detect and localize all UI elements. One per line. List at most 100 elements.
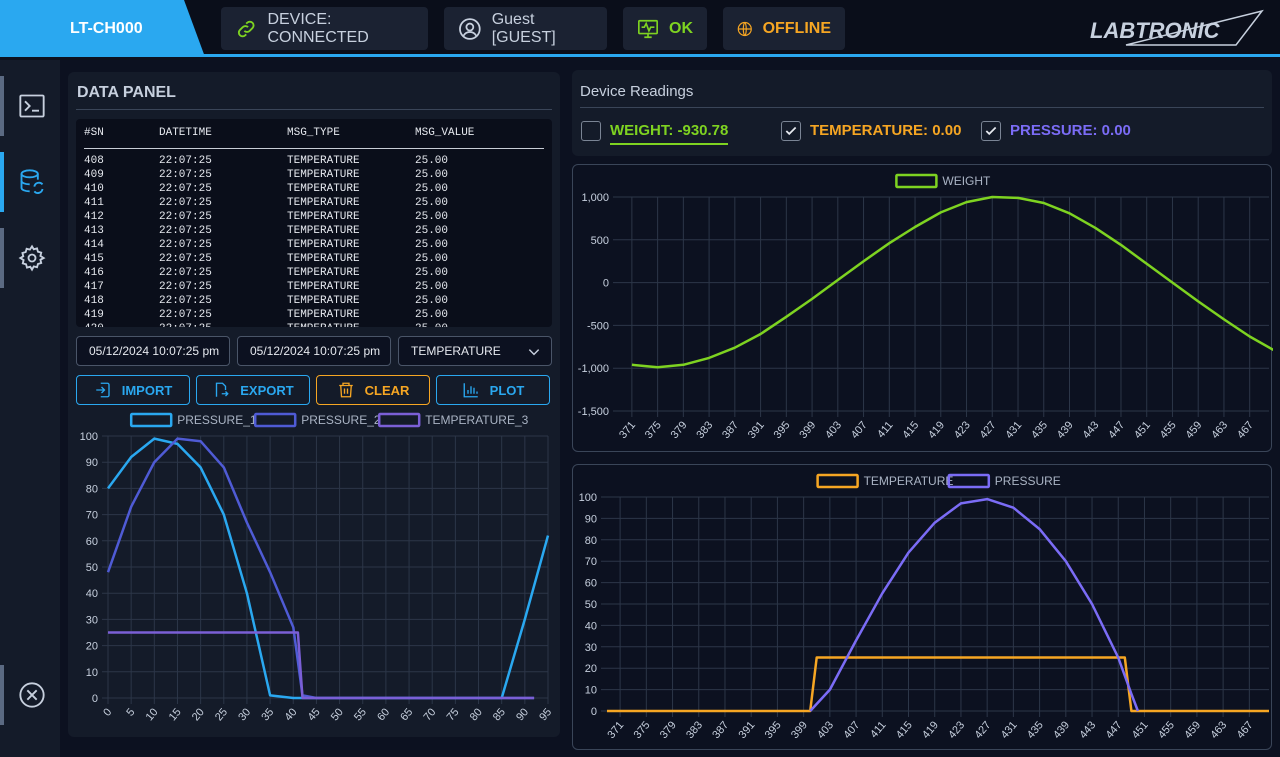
export-button-label: EXPORT (240, 382, 294, 398)
table-row[interactable]: 411 22:07:25 TEMPERATURE 25.00 (84, 197, 544, 211)
import-icon (95, 382, 110, 398)
table-row[interactable]: 419 22:07:25 TEMPERATURE 25.00 (84, 309, 544, 323)
network-status-label: OFFLINE (762, 19, 831, 37)
plot-button[interactable]: PLOT (436, 375, 550, 405)
table-row[interactable]: 410 22:07:25 TEMPERATURE 25.00 (84, 183, 544, 197)
table-cell: 22:07:25 (159, 281, 212, 293)
divider (580, 107, 1264, 108)
x-tick-label: 10 (144, 706, 161, 723)
network-status-pill[interactable]: OFFLINE (723, 7, 845, 50)
device-status-pill[interactable]: DEVICE: CONNECTED (221, 7, 428, 50)
x-tick-label: 383 (684, 719, 705, 741)
legend-swatch (895, 173, 938, 189)
legend-label: WEIGHT (942, 174, 991, 188)
table-row[interactable]: 413 22:07:25 TEMPERATURE 25.00 (84, 225, 544, 239)
y-tick-label: 1,000 (581, 192, 609, 204)
x-tick-label: 0 (101, 706, 114, 718)
x-tick-label: 459 (1184, 419, 1205, 441)
x-tick-label: 379 (669, 419, 690, 441)
temperature-reading: TEMPERATURE: 0.00 (810, 122, 962, 139)
table-cell: TEMPERATURE (287, 239, 360, 251)
table-row[interactable]: 416 22:07:25 TEMPERATURE 25.00 (84, 267, 544, 281)
table-cell: TEMPERATURE (287, 197, 360, 209)
x-tick-label: 395 (772, 419, 793, 441)
table-row[interactable]: 408 22:07:25 TEMPERATURE 25.00 (84, 155, 544, 169)
y-tick-label: 20 (86, 641, 98, 653)
y-tick-label: 0 (603, 278, 609, 290)
sidebar-item-settings[interactable] (0, 228, 60, 288)
table-cell: TEMPERATURE (287, 309, 360, 321)
legend-swatch (816, 473, 859, 489)
table-cell: TEMPERATURE (287, 211, 360, 223)
import-button[interactable]: IMPORT (76, 375, 190, 405)
x-tick-label: 463 (1208, 719, 1229, 741)
table-cell: TEMPERATURE (287, 225, 360, 237)
y-tick-label: 0 (92, 693, 98, 705)
monitor-status-pill[interactable]: OK (623, 7, 707, 50)
x-tick-label: 415 (900, 419, 921, 441)
table-row[interactable]: 414 22:07:25 TEMPERATURE 25.00 (84, 239, 544, 253)
series-line (607, 656, 1269, 713)
table-row[interactable]: 418 22:07:25 TEMPERATURE 25.00 (84, 295, 544, 309)
gear-icon (18, 244, 46, 272)
x-tick-label: 95 (537, 706, 554, 723)
table-row[interactable]: 412 22:07:25 TEMPERATURE 25.00 (84, 211, 544, 225)
bar-chart-icon (463, 383, 478, 398)
weight-checkbox[interactable] (581, 121, 601, 141)
legend-swatch (253, 412, 297, 428)
x-tick-label: 90 (514, 706, 531, 723)
sidebar-item-close[interactable] (0, 665, 60, 725)
monitor-pulse-icon (638, 19, 658, 38)
table-cell: 418 (84, 295, 104, 307)
msg-type-select[interactable]: TEMPERATURE (398, 336, 552, 366)
clear-button[interactable]: CLEAR (316, 375, 430, 405)
sidebar-item-database[interactable] (0, 152, 60, 212)
y-tick-label: 50 (585, 599, 597, 611)
export-button[interactable]: EXPORT (196, 375, 310, 405)
chevron-down-icon (528, 349, 540, 356)
y-tick-label: 30 (86, 614, 98, 626)
x-tick-label: 431 (999, 719, 1020, 741)
temp-pressure-chart-box: 0 10 20 30 40 50 60 70 80 90 100 371 375 379 383 387 391… (572, 464, 1272, 750)
table-cell: 22:07:25 (159, 253, 212, 265)
table-cell: TEMPERATURE (287, 323, 360, 327)
table-row[interactable]: 409 22:07:25 TEMPERATURE 25.00 (84, 169, 544, 183)
x-tick-label: 35 (259, 706, 276, 723)
weight-chart: -1,500 -1,000 -500 0 500 1,000 371 375 379 383 387… (578, 173, 1280, 441)
table-row[interactable]: 417 22:07:25 TEMPERATURE 25.00 (84, 281, 544, 295)
pressure-checkbox[interactable] (981, 121, 1001, 141)
temperature-checkbox[interactable] (781, 121, 801, 141)
x-tick-label: 423 (946, 719, 967, 741)
data-table[interactable]: #SN DATETIME MSG_TYPE MSG_VALUE 408 22:07… (76, 119, 552, 327)
device-status-label: DEVICE: CONNECTED (267, 10, 369, 46)
table-cell: 25.00 (415, 267, 449, 279)
date-to-input[interactable]: 05/12/2024 10:07:25 pm (237, 336, 391, 366)
x-tick-label: 467 (1235, 719, 1256, 741)
x-tick-label: 60 (375, 706, 392, 723)
trash-icon (338, 382, 353, 398)
legend-label: TEMPERATURE (864, 474, 954, 488)
x-tick-label: 403 (823, 419, 844, 441)
labtronic-logo: LABTRONIC (1090, 9, 1264, 46)
y-tick-label: -1,000 (578, 363, 609, 375)
x-tick-label: 423 (952, 419, 973, 441)
x-tick-label: 411 (868, 719, 888, 740)
table-row[interactable]: 420 22:07:25 TEMPERATURE 25.00 (84, 323, 544, 327)
x-tick-label: 447 (1106, 419, 1127, 441)
table-cell: 25.00 (415, 309, 449, 321)
table-row[interactable]: 415 22:07:25 TEMPERATURE 25.00 (84, 253, 544, 267)
y-tick-label: 40 (585, 620, 597, 632)
x-tick-label: 375 (632, 719, 653, 741)
x-tick-label: 407 (849, 419, 870, 441)
y-tick-label: 50 (86, 562, 98, 574)
y-tick-label: 30 (585, 642, 597, 654)
table-cell: TEMPERATURE (287, 281, 360, 293)
table-cell: 25.00 (415, 155, 449, 167)
y-tick-label: 100 (80, 431, 98, 443)
x-tick-label: 419 (926, 419, 947, 441)
user-pill[interactable]: Guest [GUEST] (444, 7, 607, 50)
x-tick-label: 427 (972, 719, 993, 741)
date-from-input[interactable]: 05/12/2024 10:07:25 pm (76, 336, 230, 366)
sidebar-item-terminal[interactable] (0, 76, 60, 136)
x-tick-label: 65 (398, 706, 415, 723)
